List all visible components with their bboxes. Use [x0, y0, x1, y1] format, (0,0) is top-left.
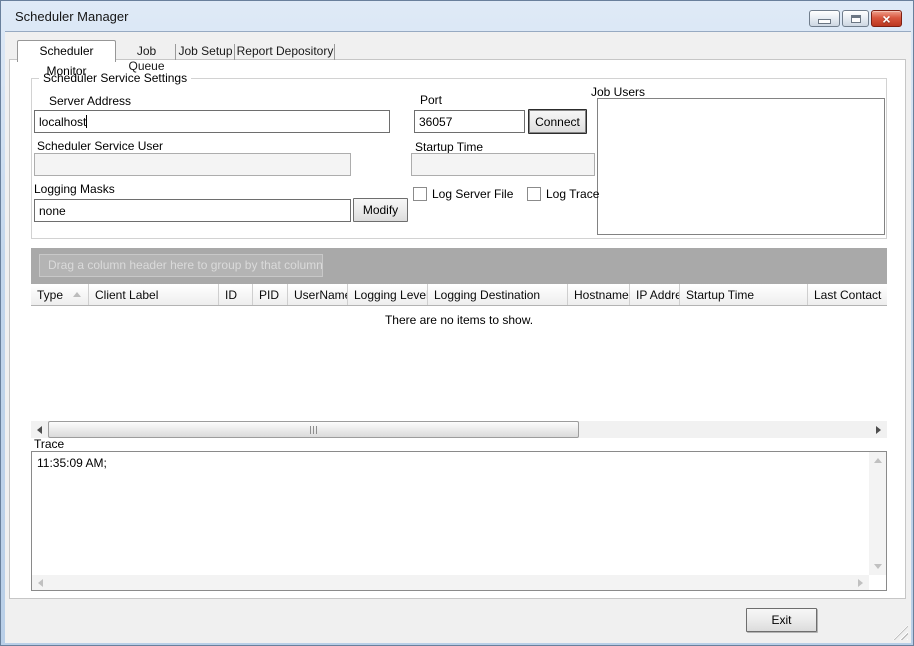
arrow-left-icon [37, 426, 42, 434]
column-header-logging-destination[interactable]: Logging Destination [428, 284, 568, 305]
group-by-hint: Drag a column header here to group by th… [39, 254, 323, 277]
tab-job-queue[interactable]: Job Queue [118, 44, 176, 60]
column-header-logging-level[interactable]: Logging Level [348, 284, 428, 305]
window-controls: × [809, 10, 902, 27]
trace-label: Trace [34, 437, 64, 451]
scrollbar-thumb[interactable] [48, 421, 579, 438]
arrow-right-icon [876, 426, 881, 434]
column-header-last-contact[interactable]: Last Contact [808, 284, 887, 305]
tab-scheduler-monitor[interactable]: Scheduler Monitor [17, 40, 116, 62]
modify-button[interactable]: Modify [353, 198, 408, 222]
logging-masks-input[interactable]: none [34, 199, 351, 222]
column-header-hostname[interactable]: Hostname [568, 284, 630, 305]
maximize-button[interactable] [842, 10, 869, 27]
log-trace-checkbox[interactable] [527, 187, 541, 201]
maximize-icon [851, 15, 861, 23]
grid-empty-message: There are no items to show. [385, 313, 533, 327]
titlebar[interactable]: Scheduler Manager × [1, 1, 913, 31]
grid-horizontal-scrollbar[interactable] [31, 421, 887, 438]
log-server-file-checkbox[interactable] [413, 187, 427, 201]
log-trace-label: Log Trace [546, 187, 599, 201]
trace-scroll-left-button[interactable] [32, 574, 49, 591]
window-title: Scheduler Manager [15, 9, 128, 24]
logging-masks-label: Logging Masks [34, 182, 115, 196]
port-value: 36057 [419, 115, 452, 129]
close-button[interactable]: × [871, 10, 902, 27]
scroll-right-button[interactable] [870, 421, 887, 438]
column-header-startup-time[interactable]: Startup Time [680, 284, 808, 305]
server-address-label: Server Address [49, 94, 131, 108]
startup-time-label: Startup Time [415, 140, 483, 154]
grid-empty-area: There are no items to show. [31, 306, 887, 421]
trace-scroll-right-button[interactable] [852, 574, 869, 591]
trace-textarea[interactable]: 11:35:09 AM; [31, 451, 887, 591]
minimize-icon [818, 19, 831, 24]
trace-content: 11:35:09 AM; [37, 456, 107, 470]
trace-scroll-down-button[interactable] [869, 558, 886, 575]
text-caret [86, 115, 87, 128]
tab-job-setup[interactable]: Job Setup [177, 44, 235, 60]
startup-time-input [411, 153, 595, 176]
connect-button[interactable]: Connect [528, 109, 587, 134]
column-header-pid[interactable]: PID [253, 284, 288, 305]
group-by-drop-zone: Drag a column header here to group by th… [31, 248, 887, 284]
job-users-label: Job Users [591, 85, 645, 99]
arrow-right-icon [858, 579, 863, 587]
column-header-type-label: Type [37, 288, 63, 302]
port-input[interactable]: 36057 [414, 110, 525, 133]
arrow-left-icon [38, 579, 43, 587]
server-address-value: localhost [39, 115, 86, 129]
column-header-username[interactable]: UserName [288, 284, 348, 305]
window: Scheduler Manager × Scheduler Monitor Jo… [0, 0, 914, 646]
logging-masks-value: none [39, 204, 66, 218]
arrow-up-icon [874, 458, 882, 463]
column-header-ip-address[interactable]: IP Address [630, 284, 680, 305]
trace-vertical-scrollbar[interactable] [869, 452, 886, 575]
scheduler-service-user-label: Scheduler Service User [37, 139, 163, 153]
scheduler-service-user-input [34, 153, 351, 176]
arrow-down-icon [874, 564, 882, 569]
job-users-listbox[interactable] [597, 98, 885, 235]
grid-header: Type Client Label ID PID UserName Loggin… [31, 284, 887, 306]
column-header-id[interactable]: ID [219, 284, 253, 305]
column-header-client-label[interactable]: Client Label [89, 284, 219, 305]
close-icon: × [882, 12, 890, 26]
exit-button[interactable]: Exit [746, 608, 817, 632]
scroll-left-button[interactable] [31, 421, 48, 438]
tab-report-depository[interactable]: Report Depository [236, 44, 335, 60]
port-label: Port [420, 93, 442, 107]
trace-horizontal-scrollbar[interactable] [32, 575, 869, 590]
log-server-file-label: Log Server File [432, 187, 513, 201]
scrollbar-grip-icon [310, 426, 318, 434]
sort-ascending-icon [73, 292, 81, 297]
minimize-button[interactable] [809, 10, 840, 27]
server-address-input[interactable]: localhost [34, 110, 390, 133]
trace-scroll-up-button[interactable] [869, 452, 886, 469]
column-header-type[interactable]: Type [31, 284, 89, 305]
